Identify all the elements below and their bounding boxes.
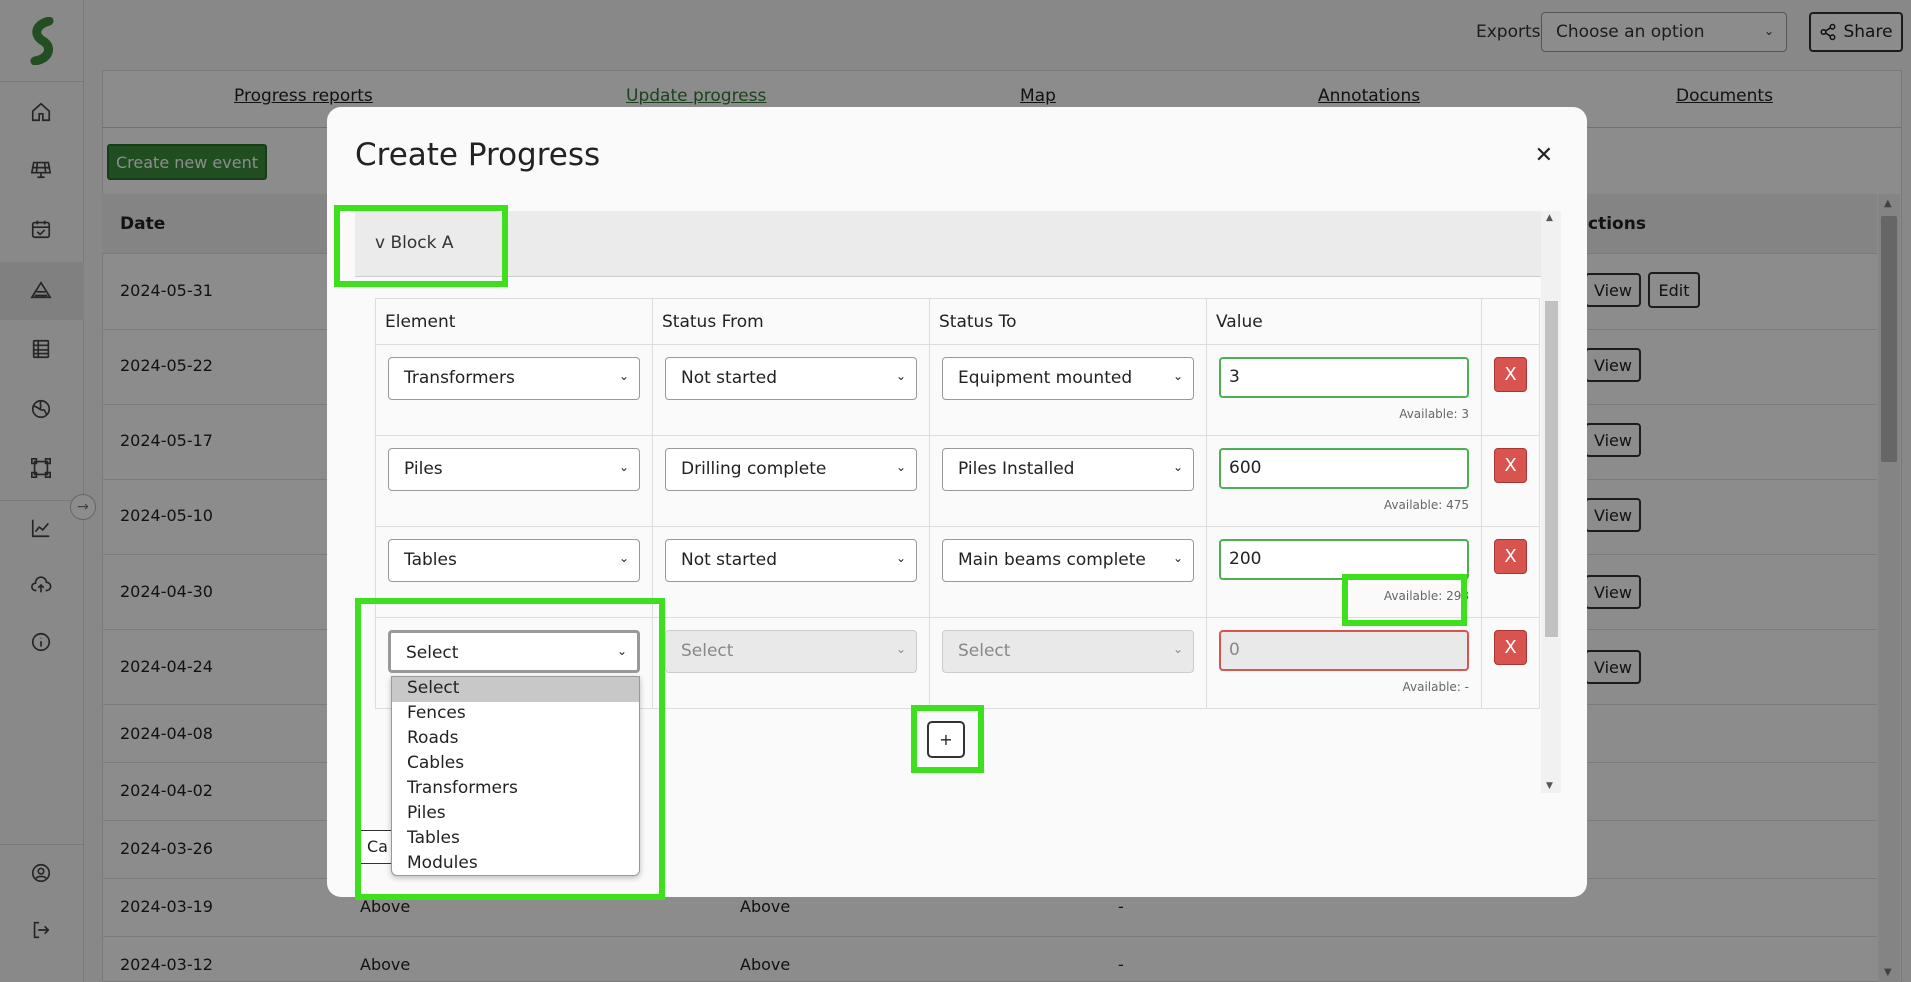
column-header-value: Value: [1206, 298, 1482, 345]
delete-row-button[interactable]: X: [1494, 357, 1527, 392]
value-input[interactable]: 600: [1219, 448, 1469, 489]
delete-row-button[interactable]: X: [1494, 448, 1527, 483]
available-hint: Available: -: [1402, 680, 1469, 694]
chevron-down-icon: ⌄: [618, 369, 629, 383]
select-value: Main beams complete: [958, 550, 1146, 570]
chevron-down-icon: ⌄: [895, 369, 906, 383]
table-row: Piles ⌄ Drilling complete ⌄ Piles Installe…: [375, 435, 1540, 527]
select-value: Select: [681, 641, 734, 661]
available-hint: Available: 475: [1383, 498, 1469, 512]
modal-title: Create Progress: [355, 137, 601, 173]
block-accordion-header[interactable]: [355, 211, 1542, 277]
chevron-down-icon: ⌄: [1172, 460, 1183, 474]
value-input: 0: [1219, 630, 1469, 671]
chevron-down-icon: ⌄: [895, 460, 906, 474]
modal-scrollbar[interactable]: ▲ ▼: [1541, 211, 1561, 793]
select-value: Not started: [681, 368, 778, 388]
element-select[interactable]: Piles ⌄: [388, 448, 640, 491]
highlight-box-add: [911, 705, 984, 773]
available-hint: Available: 3: [1399, 407, 1469, 421]
chevron-down-icon: ⌄: [1172, 369, 1183, 383]
select-value: Select: [958, 641, 1011, 661]
column-header-element: Element: [375, 298, 653, 345]
column-header-status-to: Status To: [929, 298, 1207, 345]
column-header-empty: [1481, 298, 1540, 345]
select-value: Transformers: [404, 368, 515, 388]
select-value: Piles Installed: [958, 459, 1075, 479]
chevron-down-icon: ⌄: [895, 642, 906, 656]
status-from-select[interactable]: Not started ⌄: [665, 357, 917, 400]
value-input[interactable]: 3: [1219, 357, 1469, 398]
status-from-select: Select ⌄: [665, 630, 917, 673]
close-icon[interactable]: ✕: [1535, 143, 1553, 168]
chevron-down-icon: ⌄: [1172, 642, 1183, 656]
element-select[interactable]: Transformers ⌄: [388, 357, 640, 400]
status-to-select[interactable]: Piles Installed ⌄: [942, 448, 1194, 491]
table-row: Transformers ⌄ Not started ⌄ Equipment mou…: [375, 344, 1540, 436]
select-value: Piles: [404, 459, 443, 479]
select-value: Equipment mounted: [958, 368, 1133, 388]
chevron-down-icon: ⌄: [895, 551, 906, 565]
status-to-select[interactable]: Main beams complete ⌄: [942, 539, 1194, 582]
highlight-box-block: [334, 205, 508, 287]
highlight-box-available: [1342, 574, 1467, 626]
scroll-up-icon[interactable]: ▲: [1546, 213, 1553, 223]
select-value: Not started: [681, 550, 778, 570]
chevron-down-icon: ⌄: [618, 551, 629, 565]
delete-row-button[interactable]: X: [1494, 539, 1527, 574]
chevron-down-icon: ⌄: [618, 460, 629, 474]
status-to-select: Select ⌄: [942, 630, 1194, 673]
highlight-box-dropdown: [355, 598, 665, 900]
column-header-status-from: Status From: [652, 298, 930, 345]
status-from-select[interactable]: Drilling complete ⌄: [665, 448, 917, 491]
scroll-down-icon[interactable]: ▼: [1546, 781, 1553, 791]
delete-row-button[interactable]: X: [1494, 630, 1527, 665]
select-value: Drilling complete: [681, 459, 827, 479]
select-value: Tables: [404, 550, 457, 570]
status-from-select[interactable]: Not started ⌄: [665, 539, 917, 582]
status-to-select[interactable]: Equipment mounted ⌄: [942, 357, 1194, 400]
scrollbar-thumb[interactable]: [1545, 301, 1558, 637]
chevron-down-icon: ⌄: [1172, 551, 1183, 565]
element-select[interactable]: Tables ⌄: [388, 539, 640, 582]
